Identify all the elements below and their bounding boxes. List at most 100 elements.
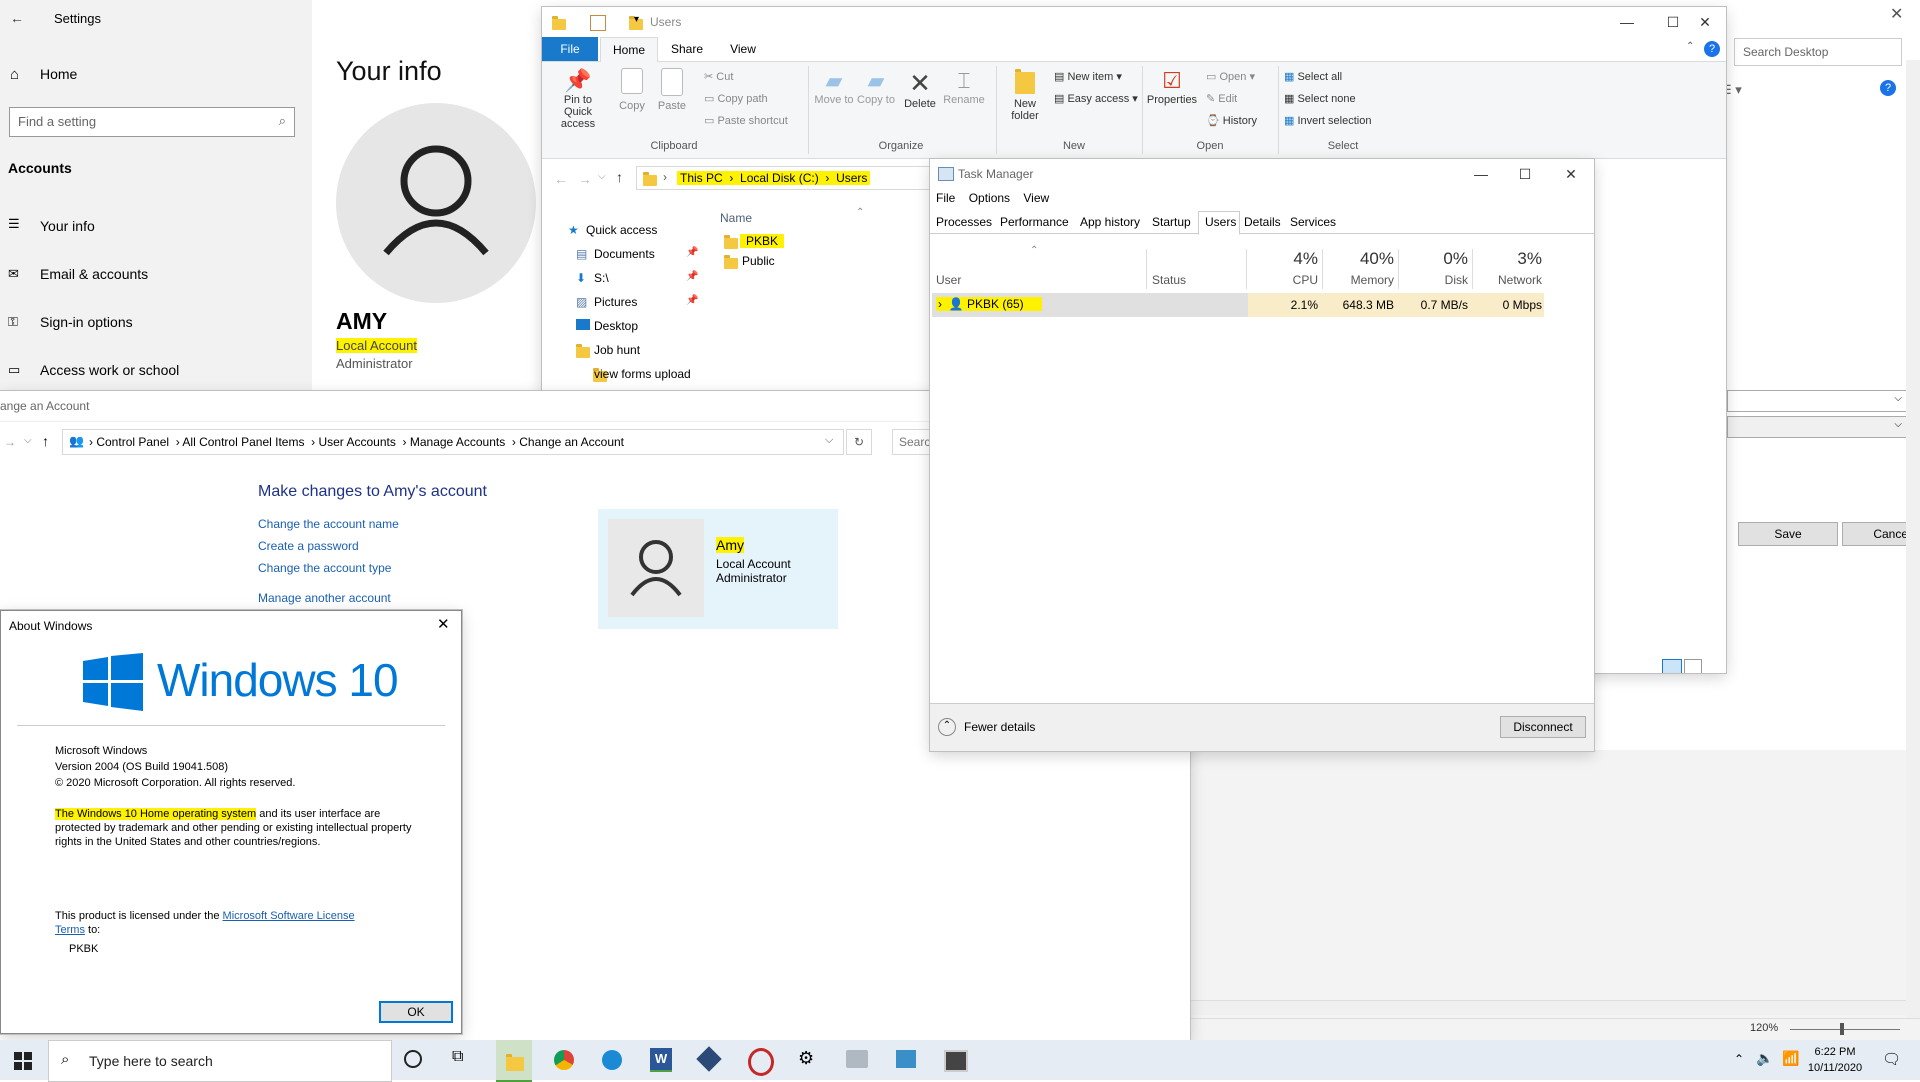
list-item[interactable]: PKBK — [720, 233, 785, 250]
large-icons-view-icon[interactable] — [1684, 659, 1702, 673]
minimize-icon[interactable]: — — [1458, 159, 1504, 189]
nav-access-work[interactable]: Access work or school — [40, 362, 179, 378]
tab-performance[interactable]: Performance — [1000, 215, 1069, 229]
edit-button[interactable]: ✎ Edit — [1206, 92, 1237, 105]
breadcrumb-item[interactable]: This PC › Local Disk (C:) › Users — [677, 171, 871, 185]
license-terms-link[interactable]: Microsoft Software License — [223, 910, 355, 922]
close-icon[interactable]: ✕ — [1682, 7, 1726, 37]
tab-app-history[interactable]: App history — [1080, 215, 1140, 229]
volume-icon[interactable]: 🔈 — [1756, 1050, 1773, 1067]
close-icon[interactable]: ✕ — [1890, 4, 1903, 24]
crumb-user-accounts[interactable]: User Accounts — [318, 435, 395, 449]
vertical-scrollbar[interactable] — [1906, 60, 1920, 1020]
close-icon[interactable]: ✕ — [437, 615, 450, 633]
change-account-type-link[interactable]: Change the account type — [258, 561, 391, 575]
nav-documents[interactable]: Documents — [594, 247, 655, 261]
crumb-all-items[interactable]: All Control Panel Items — [182, 435, 304, 449]
control-panel-icon[interactable] — [896, 1050, 916, 1068]
app-cube-icon[interactable] — [696, 1046, 722, 1072]
zoom-slider[interactable] — [1790, 1029, 1900, 1030]
col-disk[interactable]: Disk — [1398, 273, 1468, 287]
file-explorer-taskbar-button[interactable] — [496, 1040, 532, 1082]
word-icon[interactable]: W — [650, 1048, 672, 1072]
col-status[interactable]: Status — [1152, 273, 1186, 287]
nav-email-accounts[interactable]: Email & accounts — [40, 266, 148, 282]
menu-file[interactable]: File — [936, 191, 955, 205]
details-view-icon[interactable] — [1662, 659, 1682, 673]
cortana-icon[interactable] — [404, 1050, 422, 1068]
properties-qa-icon[interactable] — [590, 15, 606, 31]
copy-to-button[interactable]: ▰ Copy to — [856, 68, 896, 106]
maximize-icon[interactable]: ☐ — [1502, 159, 1548, 189]
history-button[interactable]: ⌚ History — [1206, 114, 1257, 127]
nav-desktop[interactable]: Desktop — [594, 319, 638, 333]
nav-quick-access[interactable]: Quick access — [586, 223, 657, 237]
taskbar-search-box[interactable]: ⌕ Type here to search — [48, 1040, 392, 1082]
tab-view[interactable]: View — [718, 37, 768, 61]
tab-users[interactable]: Users — [1198, 211, 1240, 235]
back-icon[interactable]: ← — [554, 171, 568, 187]
nav-job-hunt[interactable]: Job hunt — [594, 343, 640, 357]
tab-details[interactable]: Details — [1244, 215, 1281, 229]
app-red-icon[interactable] — [748, 1048, 774, 1076]
up-arrow-icon[interactable]: ↑ — [42, 433, 49, 449]
create-password-link[interactable]: Create a password — [258, 539, 359, 553]
paste-button[interactable]: Paste — [654, 68, 690, 112]
horizontal-scrollbar[interactable] — [1190, 1000, 1906, 1015]
pin-icon[interactable]: 📌 — [686, 247, 698, 258]
settings-search-input[interactable]: Find a setting ⌕ — [9, 107, 295, 137]
license-terms-link-2[interactable]: Terms — [55, 924, 85, 936]
rename-button[interactable]: ⌶ Rename — [942, 68, 986, 106]
back-arrow-icon[interactable]: ← — [10, 10, 24, 26]
table-row[interactable]: › 👤 PKBK (65) 2.1% 648.3 MB 0.7 MB/s 0 M… — [932, 293, 1544, 317]
tab-services[interactable]: Services — [1290, 215, 1336, 229]
recent-dropdown-icon[interactable]: ⌵ — [24, 435, 32, 446]
settings-gear-icon[interactable]: ⚙ — [798, 1048, 814, 1069]
recent-dropdown-icon[interactable]: ⌵ — [598, 171, 606, 182]
select-all-button[interactable]: ▦ Select all — [1284, 70, 1342, 83]
properties-button[interactable]: ☑ Properties — [1146, 68, 1198, 106]
copy-button[interactable]: Copy — [614, 68, 650, 112]
move-to-button[interactable]: ▰ Move to — [814, 68, 854, 106]
help-icon[interactable]: ? — [1704, 41, 1720, 57]
up-arrow-icon[interactable]: ↑ — [616, 169, 623, 185]
new-item-button[interactable]: ▤ New item ▾ — [1054, 70, 1122, 83]
crumb-change-account[interactable]: Change an Account — [519, 435, 624, 449]
tab-share[interactable]: Share — [662, 37, 712, 61]
edge-icon[interactable] — [602, 1050, 622, 1070]
save-button[interactable]: Save — [1738, 522, 1838, 546]
zoom-slider-thumb[interactable] — [1840, 1023, 1844, 1035]
search-desktop-input[interactable]: Search Desktop — [1734, 38, 1902, 66]
expand-chevron-icon[interactable]: › — [938, 297, 942, 311]
new-folder-button[interactable]: New folder — [1000, 68, 1050, 122]
col-cpu[interactable]: CPU — [1246, 273, 1318, 287]
minimize-icon[interactable]: — — [1604, 7, 1650, 37]
task-manager-taskbar-icon[interactable] — [944, 1050, 968, 1072]
dropdown-field[interactable]: ⌵ — [1727, 390, 1907, 412]
start-button[interactable] — [14, 1052, 32, 1073]
close-icon[interactable]: ✕ — [1548, 159, 1594, 189]
paste-shortcut-button[interactable]: ▭ Paste shortcut — [704, 114, 788, 127]
nav-your-info[interactable]: Your info — [40, 218, 95, 234]
forward-icon[interactable]: → — [578, 171, 592, 187]
change-account-name-link[interactable]: Change the account name — [258, 517, 399, 531]
task-view-icon[interactable]: ⧉ — [452, 1048, 463, 1066]
cut-button[interactable]: ✂ Cut — [704, 70, 733, 83]
qa-dropdown-icon[interactable]: ▾ — [634, 14, 639, 25]
tab-startup[interactable]: Startup — [1152, 215, 1191, 229]
list-item[interactable]: Public — [720, 253, 784, 270]
chevron-up-icon[interactable]: ⌃ — [1734, 1052, 1744, 1066]
notifications-icon[interactable]: 🗨 — [1882, 1050, 1901, 1068]
open-button[interactable]: ▭ Open ▾ — [1206, 70, 1255, 83]
nav-sign-in-options[interactable]: Sign-in options — [40, 314, 133, 330]
dropdown-field-2[interactable]: ⌵ — [1727, 416, 1907, 438]
chevron-up-icon[interactable]: ⌃ — [938, 718, 956, 736]
col-memory[interactable]: Memory — [1322, 273, 1394, 287]
nav-pictures[interactable]: Pictures — [594, 295, 637, 309]
wifi-icon[interactable]: 📶 — [1782, 1050, 1799, 1067]
pin-icon[interactable]: 📌 — [686, 295, 698, 306]
col-user[interactable]: User — [936, 273, 961, 287]
forward-icon[interactable]: → — [4, 435, 16, 449]
chevron-down-icon[interactable]: ⌵ — [825, 434, 833, 447]
photos-icon[interactable] — [846, 1050, 868, 1068]
